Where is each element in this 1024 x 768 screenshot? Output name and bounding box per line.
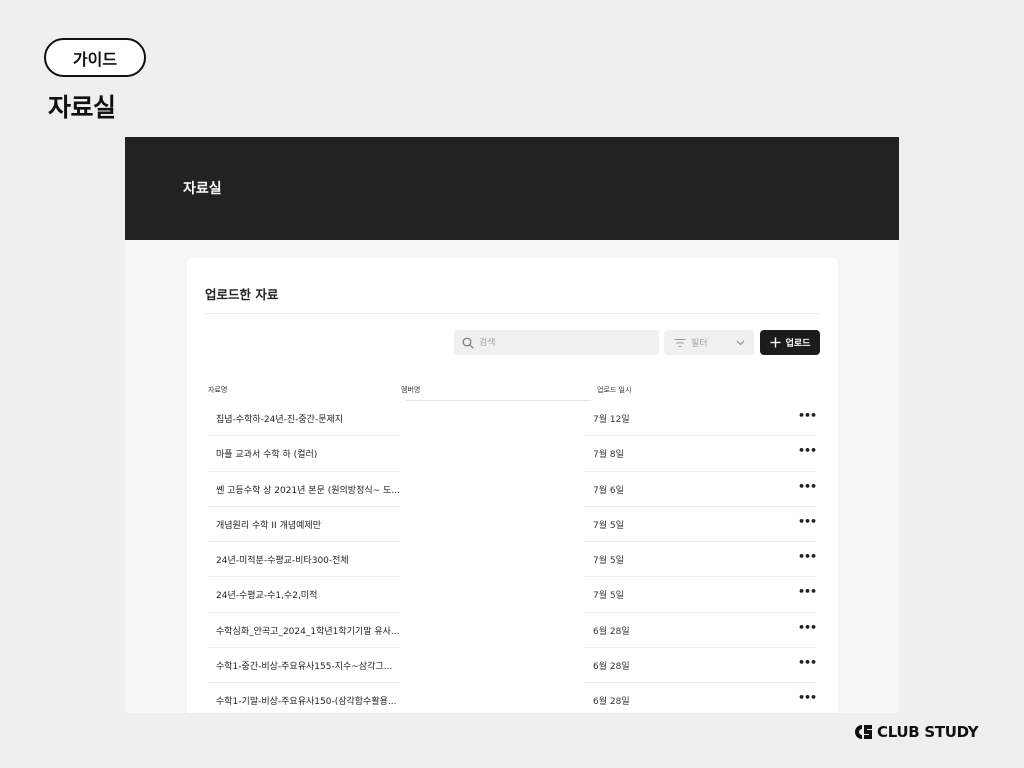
more-horizontal-icon[interactable]: ••• [798,620,817,636]
upload-date: 7월 5일 [593,556,624,567]
more-horizontal-icon[interactable]: ••• [798,408,817,424]
upload-date: 6월 28일 [593,626,630,637]
material-name[interactable]: 마플 교과서 수학 하 (컬러) [216,447,317,460]
table-row[interactable]: 수학1-기말-비상-주요유사150-(삼각함수활용... 6월 28일 ••• [187,683,838,713]
plus-icon [770,337,781,348]
uploaded-materials-card: 업로드한 자료 필터 업로드 [187,258,838,713]
club-study-logo-icon [855,725,872,739]
card-title: 업로드한 자료 [205,287,279,302]
column-header-member[interactable]: 멤버명 [401,385,420,395]
search-input[interactable] [479,337,649,348]
table-row[interactable]: 수학심화_안곡고_2024_1학년1학기기말 유사... 6월 28일 ••• [187,613,838,649]
material-name[interactable]: 24년-수평교-수1,수2,미적 [216,588,317,601]
material-name[interactable]: 수학1-기말-비상-주요유사150-(삼각함수활용... [216,694,396,707]
table-row[interactable]: 24년-수평교-수1,수2,미적 7월 5일 ••• [187,577,838,613]
search-box[interactable] [454,330,659,355]
divider [205,313,819,314]
material-name[interactable]: 개념원리 수학 II 개념예제만 [216,518,321,531]
materials-table: 집념-수학하-24년-진-중간-문제지 7월 12일 ••• 마플 교과서 수학… [187,401,838,713]
table-row[interactable]: 개념원리 수학 II 개념예제만 7월 5일 ••• [187,507,838,543]
chevron-down-icon [736,340,745,345]
material-name[interactable]: 쎈 고등수학 상 2021년 본문 (원의방정식~ 도... [216,483,400,496]
filter-dropdown[interactable]: 필터 [664,330,754,355]
guide-badge-label: 가이드 [72,49,118,69]
more-horizontal-icon[interactable]: ••• [798,514,817,530]
brand-logo: CLUB STUDY [853,723,979,741]
filter-icon [674,338,686,347]
material-name[interactable]: 수학1-중간-비상-주요유사155-지수~삼각그... [216,659,392,672]
search-icon [462,337,474,349]
more-horizontal-icon[interactable]: ••• [798,584,817,600]
brand-name: CLUB STUDY [877,723,979,741]
column-header-date[interactable]: 업로드 일시 [597,385,631,395]
filter-label: 필터 [691,339,708,349]
more-horizontal-icon[interactable]: ••• [798,479,817,495]
table-row[interactable]: 수학1-중간-비상-주요유사155-지수~삼각그... 6월 28일 ••• [187,648,838,684]
page-heading: 자료실 [48,93,116,122]
app-header-title: 자료실 [183,181,222,197]
table-row[interactable]: 쎈 고등수학 상 2021년 본문 (원의방정식~ 도... 7월 6일 ••• [187,472,838,507]
app-screenshot-frame: 자료실 업로드한 자료 필터 [125,137,899,713]
upload-button-label: 업로드 [785,339,811,349]
upload-date: 6월 28일 [593,662,630,673]
more-horizontal-icon[interactable]: ••• [798,655,817,671]
material-name[interactable]: 수학심화_안곡고_2024_1학년1학기기말 유사... [216,624,400,637]
upload-date: 6월 28일 [593,697,630,708]
material-name[interactable]: 24년-미적분-수평교-비타300-전체 [216,553,349,566]
table-row[interactable]: 마플 교과서 수학 하 (컬러) 7월 8일 ••• [187,436,838,472]
upload-button[interactable]: 업로드 [760,330,820,355]
upload-date: 7월 8일 [593,450,624,461]
more-horizontal-icon[interactable]: ••• [798,690,817,706]
guide-badge: 가이드 [44,38,146,77]
upload-date: 7월 6일 [593,485,624,496]
more-horizontal-icon[interactable]: ••• [798,549,817,565]
more-horizontal-icon[interactable]: ••• [798,443,817,459]
table-row[interactable]: 집념-수학하-24년-진-중간-문제지 7월 12일 ••• [187,401,838,437]
table-row[interactable]: 24년-미적분-수평교-비타300-전체 7월 5일 ••• [187,542,838,578]
app-header: 자료실 [125,137,899,240]
upload-date: 7월 5일 [593,520,624,531]
upload-date: 7월 5일 [593,591,624,602]
column-header-name[interactable]: 자료명 [208,385,227,395]
upload-date: 7월 12일 [593,415,630,425]
material-name[interactable]: 집념-수학하-24년-진-중간-문제지 [216,412,343,425]
